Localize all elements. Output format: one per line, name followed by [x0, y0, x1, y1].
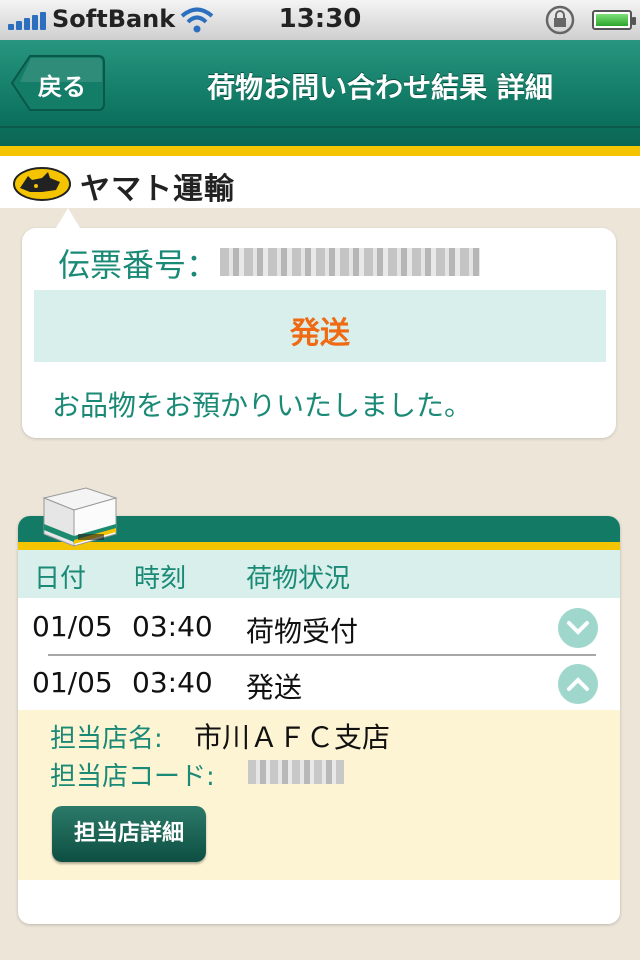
column-header-time: 時刻 — [134, 564, 187, 594]
chevron-up-icon[interactable] — [558, 664, 598, 704]
back-button[interactable]: 戻る — [10, 54, 106, 112]
store-detail-button[interactable]: 担当店詳細 — [52, 806, 206, 862]
column-header-status: 荷物状況 — [246, 564, 351, 594]
row-time: 03:40 — [132, 666, 213, 699]
column-header-date: 日付 — [34, 564, 87, 594]
row-date: 01/05 — [32, 610, 113, 643]
brand-stripe — [0, 146, 640, 156]
back-button-label: 戻る — [38, 73, 86, 101]
history-row[interactable]: 01/05 03:40 発送 — [18, 656, 620, 710]
brand-header: ヤマト運輸 — [0, 156, 640, 208]
page-title: 荷物お問い合わせ結果 詳細 — [207, 71, 553, 104]
store-name-label: 担当店名: — [50, 724, 163, 754]
battery-icon — [592, 10, 636, 30]
store-code-redacted — [248, 760, 344, 784]
black-cat-logo-icon — [13, 167, 71, 201]
row-date: 01/05 — [32, 666, 113, 699]
tracking-history-card: 日付 時刻 荷物状況 01/05 03:40 荷物受付 01/05 03:40 … — [18, 516, 620, 924]
history-row[interactable]: 01/05 03:40 荷物受付 — [18, 600, 620, 654]
row-time: 03:40 — [132, 610, 213, 643]
store-detail-panel: 担当店名: 市川ＡＦＣ支店 担当店コード: 担当店詳細 — [18, 710, 620, 880]
shipment-status-box: 発送 — [34, 290, 606, 362]
package-icon — [42, 487, 118, 547]
store-code-label: 担当店コード: — [50, 762, 215, 792]
nav-bar: 戻る 荷物お問い合わせ結果 詳細 — [0, 40, 640, 146]
chevron-down-icon[interactable] — [558, 608, 598, 648]
rotation-lock-icon — [545, 5, 575, 35]
status-bar: SoftBank 13:30 — [0, 0, 640, 40]
store-name: 市川ＡＦＣ支店 — [194, 721, 391, 754]
slip-number-redacted — [220, 248, 480, 276]
shipment-status: 発送 — [290, 316, 350, 351]
slip-number-label: 伝票番号： — [58, 246, 219, 284]
row-status: 荷物受付 — [246, 615, 359, 648]
brand-name: ヤマト運輸 — [80, 172, 235, 207]
slip-summary-card: 伝票番号： 発送 お品物をお預かりいたしました。 — [22, 208, 616, 438]
row-status: 発送 — [246, 671, 303, 704]
status-message: お品物をお預かりいたしました。 — [52, 389, 473, 422]
history-table-header: 日付 時刻 荷物状況 — [18, 550, 620, 598]
